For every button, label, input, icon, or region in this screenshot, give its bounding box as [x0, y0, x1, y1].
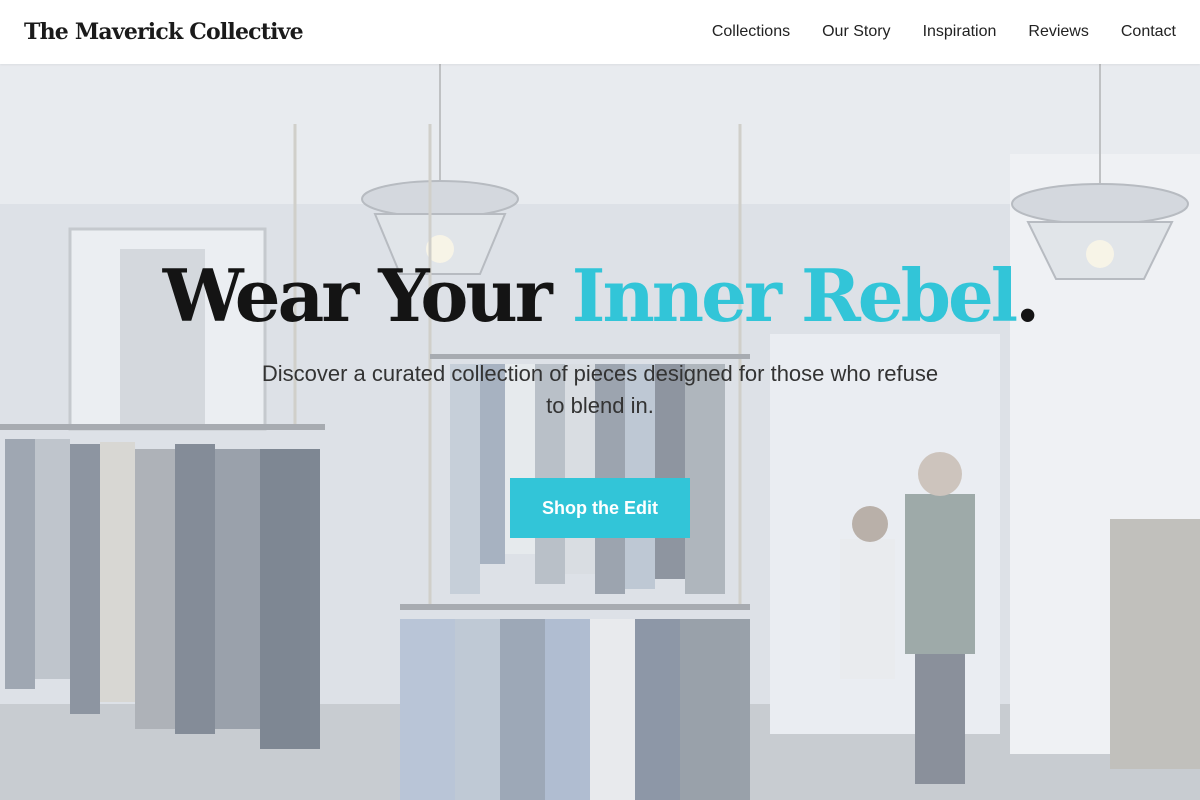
shop-the-edit-button[interactable]: Shop the Edit: [510, 478, 690, 538]
brand-logo[interactable]: The Maverick Collective: [24, 19, 304, 45]
nav-link-reviews[interactable]: Reviews: [1028, 23, 1088, 41]
nav-link-inspiration[interactable]: Inspiration: [923, 23, 997, 41]
headline-main: Wear Your: [162, 253, 572, 338]
hero-headline: Wear Your Inner Rebel.: [0, 254, 1200, 338]
nav-link-contact[interactable]: Contact: [1121, 23, 1176, 41]
headline-period: .: [1015, 253, 1040, 338]
nav-link-our-story[interactable]: Our Story: [822, 23, 890, 41]
hero-section: Wear Your Inner Rebel. Discover a curate…: [0, 64, 1200, 800]
hero-subheading: Discover a curated collection of pieces …: [261, 361, 939, 418]
site-header: The Maverick Collective Collections Our …: [0, 0, 1200, 64]
headline-accent: Inner Rebel: [571, 253, 1018, 338]
hero-content: Wear Your Inner Rebel. Discover a curate…: [0, 254, 1200, 538]
main-nav: Collections Our Story Inspiration Review…: [712, 23, 1176, 41]
nav-link-collections[interactable]: Collections: [712, 23, 790, 41]
